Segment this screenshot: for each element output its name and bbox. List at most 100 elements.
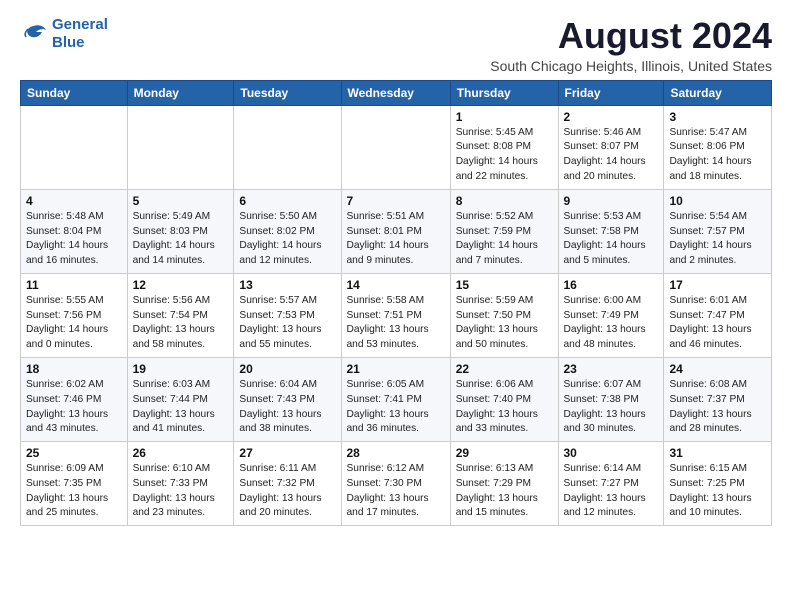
day-info: Sunrise: 6:08 AM Sunset: 7:37 PM Dayligh…	[669, 378, 766, 437]
day-number: 30	[564, 446, 659, 460]
day-info: Sunrise: 5:46 AM Sunset: 8:07 PM Dayligh…	[564, 126, 659, 185]
weekday-header-cell: Sunday	[21, 80, 128, 105]
weekday-header-row: SundayMondayTuesdayWednesdayThursdayFrid…	[21, 80, 772, 105]
day-number: 27	[239, 446, 335, 460]
calendar-cell: 16Sunrise: 6:00 AM Sunset: 7:49 PM Dayli…	[558, 273, 664, 357]
calendar-cell: 27 Sunrise: 6:11 AM Sunset: 7:32 PM Dayli…	[234, 442, 341, 526]
day-number: 10	[669, 194, 766, 208]
day-info: Sunrise: 5:55 AM Sunset: 7:56 PM Dayligh…	[26, 294, 122, 353]
day-number: 9	[564, 194, 659, 208]
day-info: Sunrise: 6:05 AM Sunset: 7:41 PM Dayligh…	[347, 378, 445, 437]
calendar-cell: 24 Sunrise: 6:08 AM Sunset: 7:37 PM Dayli…	[664, 357, 772, 441]
weekday-header-cell: Tuesday	[234, 80, 341, 105]
calendar-cell: 19 Sunrise: 6:03 AM Sunset: 7:44 PM Dayli…	[127, 357, 234, 441]
calendar-cell: 21 Sunrise: 6:05 AM Sunset: 7:41 PM Dayli…	[341, 357, 450, 441]
day-number: 22	[456, 362, 553, 376]
day-info: Sunrise: 5:49 AM Sunset: 8:03 PM Dayligh…	[133, 210, 229, 269]
day-info: Sunrise: 6:07 AM Sunset: 7:38 PM Dayligh…	[564, 378, 659, 437]
day-info: Sunrise: 6:04 AM Sunset: 7:43 PM Dayligh…	[239, 378, 335, 437]
day-number: 3	[669, 110, 766, 124]
calendar-cell: 5 Sunrise: 5:49 AM Sunset: 8:03 PM Daylig…	[127, 189, 234, 273]
calendar-cell: 3 Sunrise: 5:47 AM Sunset: 8:06 PM Daylig…	[664, 105, 772, 189]
day-number: 8	[456, 194, 553, 208]
calendar-cell: 28Sunrise: 6:12 AM Sunset: 7:30 PM Dayli…	[341, 442, 450, 526]
day-number: 18	[26, 362, 122, 376]
calendar-cell: 25Sunrise: 6:09 AM Sunset: 7:35 PM Dayli…	[21, 442, 128, 526]
calendar-cell: 31 Sunrise: 6:15 AM Sunset: 7:25 PM Dayli…	[664, 442, 772, 526]
day-info: Sunrise: 5:57 AM Sunset: 7:53 PM Dayligh…	[239, 294, 335, 353]
calendar-week-row: 18 Sunrise: 6:02 AM Sunset: 7:46 PM Dayli…	[21, 357, 772, 441]
calendar-body: 1Sunrise: 5:45 AM Sunset: 8:08 PM Daylig…	[21, 105, 772, 526]
day-number: 14	[347, 278, 445, 292]
day-number: 5	[133, 194, 229, 208]
day-number: 7	[347, 194, 445, 208]
calendar-week-row: 1Sunrise: 5:45 AM Sunset: 8:08 PM Daylig…	[21, 105, 772, 189]
day-info: Sunrise: 6:02 AM Sunset: 7:46 PM Dayligh…	[26, 378, 122, 437]
day-info: Sunrise: 5:50 AM Sunset: 8:02 PM Dayligh…	[239, 210, 335, 269]
day-info: Sunrise: 5:58 AM Sunset: 7:51 PM Dayligh…	[347, 294, 445, 353]
calendar-cell: 29 Sunrise: 6:13 AM Sunset: 7:29 PM Dayli…	[450, 442, 558, 526]
day-info: Sunrise: 5:48 AM Sunset: 8:04 PM Dayligh…	[26, 210, 122, 269]
logo-text: General Blue	[52, 16, 108, 52]
calendar-cell: 22Sunrise: 6:06 AM Sunset: 7:40 PM Dayli…	[450, 357, 558, 441]
calendar-week-row: 25Sunrise: 6:09 AM Sunset: 7:35 PM Dayli…	[21, 442, 772, 526]
day-info: Sunrise: 6:10 AM Sunset: 7:33 PM Dayligh…	[133, 462, 229, 521]
calendar-cell: 13 Sunrise: 5:57 AM Sunset: 7:53 PM Dayli…	[234, 273, 341, 357]
day-number: 6	[239, 194, 335, 208]
day-number: 13	[239, 278, 335, 292]
day-info: Sunrise: 6:13 AM Sunset: 7:29 PM Dayligh…	[456, 462, 553, 521]
day-number: 25	[26, 446, 122, 460]
day-info: Sunrise: 5:47 AM Sunset: 8:06 PM Dayligh…	[669, 126, 766, 185]
day-number: 28	[347, 446, 445, 460]
calendar-cell	[341, 105, 450, 189]
day-number: 17	[669, 278, 766, 292]
day-info: Sunrise: 6:11 AM Sunset: 7:32 PM Dayligh…	[239, 462, 335, 521]
calendar-table: SundayMondayTuesdayWednesdayThursdayFrid…	[20, 80, 772, 527]
day-info: Sunrise: 5:52 AM Sunset: 7:59 PM Dayligh…	[456, 210, 553, 269]
day-info: Sunrise: 6:01 AM Sunset: 7:47 PM Dayligh…	[669, 294, 766, 353]
calendar-cell: 2 Sunrise: 5:46 AM Sunset: 8:07 PM Daylig…	[558, 105, 664, 189]
calendar-cell: 7 Sunrise: 5:51 AM Sunset: 8:01 PM Daylig…	[341, 189, 450, 273]
calendar-cell: 6 Sunrise: 5:50 AM Sunset: 8:02 PM Daylig…	[234, 189, 341, 273]
logo: General Blue	[20, 16, 108, 52]
calendar-subtitle: South Chicago Heights, Illinois, United …	[490, 58, 772, 74]
day-number: 21	[347, 362, 445, 376]
weekday-header-cell: Monday	[127, 80, 234, 105]
day-number: 1	[456, 110, 553, 124]
calendar-cell: 20Sunrise: 6:04 AM Sunset: 7:43 PM Dayli…	[234, 357, 341, 441]
day-number: 11	[26, 278, 122, 292]
day-number: 4	[26, 194, 122, 208]
weekday-header-cell: Saturday	[664, 80, 772, 105]
calendar-cell: 26 Sunrise: 6:10 AM Sunset: 7:33 PM Dayli…	[127, 442, 234, 526]
calendar-title-area: August 2024 South Chicago Heights, Illin…	[490, 16, 772, 74]
calendar-week-row: 4 Sunrise: 5:48 AM Sunset: 8:04 PM Daylig…	[21, 189, 772, 273]
calendar-cell: 14 Sunrise: 5:58 AM Sunset: 7:51 PM Dayli…	[341, 273, 450, 357]
day-info: Sunrise: 5:54 AM Sunset: 7:57 PM Dayligh…	[669, 210, 766, 269]
calendar-cell: 15Sunrise: 5:59 AM Sunset: 7:50 PM Dayli…	[450, 273, 558, 357]
calendar-cell: 17 Sunrise: 6:01 AM Sunset: 7:47 PM Dayli…	[664, 273, 772, 357]
calendar-cell: 18 Sunrise: 6:02 AM Sunset: 7:46 PM Dayli…	[21, 357, 128, 441]
day-number: 23	[564, 362, 659, 376]
calendar-cell: 12Sunrise: 5:56 AM Sunset: 7:54 PM Dayli…	[127, 273, 234, 357]
day-number: 16	[564, 278, 659, 292]
day-number: 12	[133, 278, 229, 292]
calendar-cell: 8 Sunrise: 5:52 AM Sunset: 7:59 PM Daylig…	[450, 189, 558, 273]
day-info: Sunrise: 6:15 AM Sunset: 7:25 PM Dayligh…	[669, 462, 766, 521]
calendar-cell	[127, 105, 234, 189]
day-number: 19	[133, 362, 229, 376]
day-info: Sunrise: 5:59 AM Sunset: 7:50 PM Dayligh…	[456, 294, 553, 353]
day-number: 24	[669, 362, 766, 376]
weekday-header-cell: Thursday	[450, 80, 558, 105]
calendar-week-row: 11 Sunrise: 5:55 AM Sunset: 7:56 PM Dayli…	[21, 273, 772, 357]
calendar-cell: 30Sunrise: 6:14 AM Sunset: 7:27 PM Dayli…	[558, 442, 664, 526]
logo-icon	[20, 22, 48, 46]
day-number: 26	[133, 446, 229, 460]
day-info: Sunrise: 6:03 AM Sunset: 7:44 PM Dayligh…	[133, 378, 229, 437]
day-number: 29	[456, 446, 553, 460]
day-number: 2	[564, 110, 659, 124]
day-info: Sunrise: 5:53 AM Sunset: 7:58 PM Dayligh…	[564, 210, 659, 269]
day-number: 31	[669, 446, 766, 460]
day-info: Sunrise: 5:51 AM Sunset: 8:01 PM Dayligh…	[347, 210, 445, 269]
calendar-cell: 10 Sunrise: 5:54 AM Sunset: 7:57 PM Dayli…	[664, 189, 772, 273]
calendar-cell: 9 Sunrise: 5:53 AM Sunset: 7:58 PM Daylig…	[558, 189, 664, 273]
